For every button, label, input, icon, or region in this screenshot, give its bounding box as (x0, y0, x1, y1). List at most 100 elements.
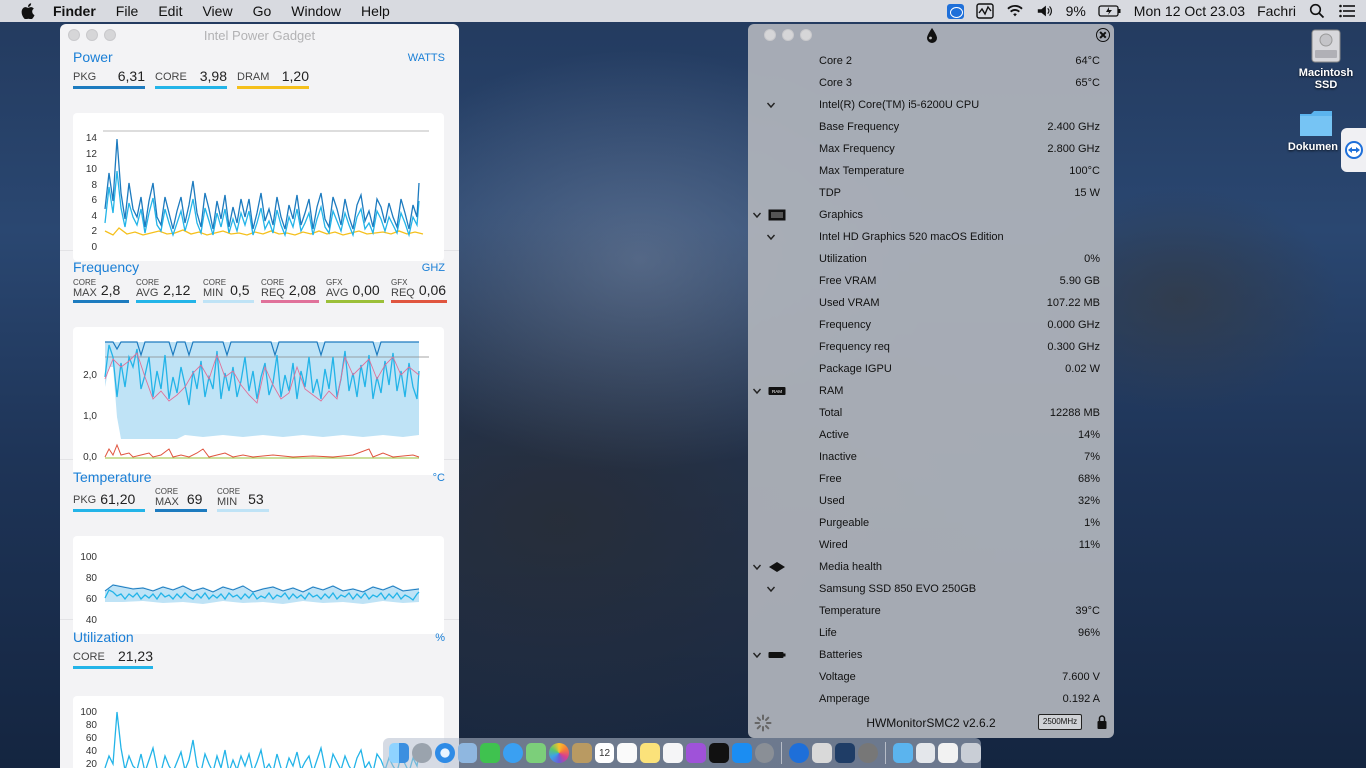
frequency-badge[interactable]: 2500MHz (1038, 714, 1082, 730)
utilization-title: Utilization (73, 629, 134, 645)
spotlight-search-icon[interactable] (1308, 3, 1326, 19)
battery-charging-icon[interactable] (1098, 4, 1122, 18)
sensor-row-max-temperature[interactable]: Max Temperature 100°C (748, 160, 1114, 182)
dock-music-icon[interactable] (663, 743, 683, 763)
metric-label: CORE MAX (155, 487, 179, 508)
tick-label: 60 (86, 733, 98, 744)
activity-graph-icon[interactable] (975, 3, 994, 19)
teamviewer-icon (1345, 141, 1363, 159)
teamviewer-status-icon[interactable] (946, 3, 964, 19)
sensor-row-life[interactable]: Life 96% (748, 622, 1114, 644)
zoom-button[interactable] (800, 29, 812, 41)
sensor-row-wired[interactable]: Wired 11% (748, 534, 1114, 556)
dock-system-preferences-icon[interactable] (754, 743, 775, 763)
dock-photos-icon[interactable] (548, 743, 569, 763)
menu-help[interactable]: Help (361, 3, 390, 19)
menu-window[interactable]: Window (291, 3, 341, 19)
menu-file[interactable]: File (116, 3, 139, 19)
sensor-row-total[interactable]: Total 12288 MB (748, 402, 1114, 424)
sensor-row-tdp[interactable]: TDP 15 W (748, 182, 1114, 204)
sensor-row-max-frequency[interactable]: Max Frequency 2.800 GHz (748, 138, 1114, 160)
dock-trash-icon[interactable] (961, 743, 982, 763)
wifi-icon[interactable] (1006, 3, 1024, 19)
sensor-row-free-vram[interactable]: Free VRAM 5.90 GB (748, 270, 1114, 292)
sensor-group-samsung-ssd-850-evo-250gb[interactable]: Samsung SSD 850 EVO 250GB (748, 578, 1114, 600)
dock-stickies-icon[interactable] (640, 743, 661, 763)
sensor-row-base-frequency[interactable]: Base Frequency 2.400 GHz (748, 116, 1114, 138)
sensor-row-free[interactable]: Free 68% (748, 468, 1114, 490)
sensor-row-frequency-req[interactable]: Frequency req 0.300 GHz (748, 336, 1114, 358)
dock-safari-icon[interactable] (434, 743, 455, 763)
close-button[interactable] (764, 29, 776, 41)
sensor-row-voltage[interactable]: Voltage 7.600 V (748, 666, 1114, 688)
dock-messages-icon[interactable] (503, 743, 524, 763)
sensor-row-inactive[interactable]: Inactive 7% (748, 446, 1114, 468)
menu-app-name[interactable]: Finder (53, 3, 96, 19)
dock-script-editor-icon[interactable] (812, 743, 833, 763)
desktop-icon-macintosh-ssd[interactable]: Macintosh SSD (1291, 28, 1361, 91)
dock-reminders-icon[interactable] (617, 743, 638, 763)
teamviewer-side-tab[interactable] (1341, 128, 1366, 172)
tick-label: 12 (86, 149, 98, 160)
sensor-group-intel-r-core-tm-i5-6200u-cpu[interactable]: Intel(R) Core(TM) i5-6200U CPU (748, 94, 1114, 116)
window-titlebar[interactable]: Intel Power Gadget (60, 24, 459, 46)
core-utilization-metric: CORE 21,23 (73, 649, 153, 669)
sensor-row-utilization[interactable]: Utilization 0% (748, 248, 1114, 270)
sensor-group-ram[interactable]: RAM RAM (748, 380, 1114, 402)
sensor-group-intel-hd-graphics-520-macos-edition[interactable]: Intel HD Graphics 520 macOS Edition (748, 226, 1114, 248)
sensor-row-core-3[interactable]: Core 3 65°C (748, 72, 1114, 94)
metric-label: CORE MIN (203, 278, 226, 299)
gpu-icon (768, 209, 786, 221)
sensor-row-purgeable[interactable]: Purgeable 1% (748, 512, 1114, 534)
sensor-row-active[interactable]: Active 14% (748, 424, 1114, 446)
dock-facetime-icon[interactable] (480, 743, 501, 763)
sensor-row-package-igpu[interactable]: Package IGPU 0.02 W (748, 358, 1114, 380)
volume-icon[interactable] (1036, 3, 1054, 19)
sensor-group-media-health[interactable]: Media health (748, 556, 1114, 578)
dock-teamviewer-icon[interactable] (789, 743, 810, 763)
sensor-row-used[interactable]: Used 32% (748, 490, 1114, 512)
close-circle-icon[interactable] (1096, 28, 1110, 42)
dock-notes-icon[interactable] (571, 743, 592, 763)
dock-app-store-icon[interactable] (731, 743, 752, 763)
user-name[interactable]: Fachri (1257, 3, 1296, 19)
sensor-label: Utilization (819, 253, 867, 265)
dock-screenshots-icon[interactable] (938, 743, 959, 763)
dock-automator-icon[interactable] (857, 743, 878, 763)
dock-activity-monitor-icon[interactable] (835, 743, 855, 763)
clock[interactable]: Mon 12 Oct 23.03 (1134, 3, 1245, 19)
dock-finder-icon[interactable] (389, 743, 409, 763)
menu-edit[interactable]: Edit (158, 3, 182, 19)
dock-maps-icon[interactable] (526, 743, 546, 763)
chevron-down-icon[interactable] (752, 562, 762, 572)
notification-center-icon[interactable] (1338, 3, 1356, 19)
chevron-down-icon[interactable] (752, 210, 762, 220)
dock-documents-folder-icon[interactable] (915, 743, 936, 763)
chevron-down-icon[interactable] (752, 386, 762, 396)
lock-icon[interactable] (1096, 714, 1108, 730)
chevron-down-icon[interactable] (766, 232, 776, 242)
sensor-row-used-vram[interactable]: Used VRAM 107.22 MB (748, 292, 1114, 314)
metric-value: 21,23 (117, 648, 153, 664)
chevron-down-icon[interactable] (752, 650, 762, 660)
minimize-button[interactable] (782, 29, 794, 41)
apple-menu-icon[interactable] (21, 3, 35, 19)
hwmonitor-titlebar[interactable] (748, 24, 1114, 46)
dock-tv-icon[interactable] (708, 743, 729, 763)
sensor-group-graphics[interactable]: Graphics (748, 204, 1114, 226)
dock-downloads-folder-icon[interactable] (892, 743, 913, 763)
menu-view[interactable]: View (202, 3, 232, 19)
chevron-down-icon[interactable] (766, 100, 776, 110)
menu-go[interactable]: Go (253, 3, 272, 19)
dock-podcasts-icon[interactable] (685, 743, 706, 763)
chevron-down-icon[interactable] (766, 584, 776, 594)
sensor-group-batteries[interactable]: Batteries (748, 644, 1114, 666)
dock-calendar-icon[interactable]: 12 (594, 743, 615, 763)
sensor-row-frequency[interactable]: Frequency 0.000 GHz (748, 314, 1114, 336)
dock-launchpad-icon[interactable] (411, 743, 432, 763)
sensor-row-amperage[interactable]: Amperage 0.192 A (748, 688, 1114, 710)
sensor-row-temperature[interactable]: Temperature 39°C (748, 600, 1114, 622)
dock-preview-icon[interactable] (457, 743, 478, 763)
sensor-row-core-2[interactable]: Core 2 64°C (748, 50, 1114, 72)
battery-percent[interactable]: 9% (1066, 3, 1086, 19)
